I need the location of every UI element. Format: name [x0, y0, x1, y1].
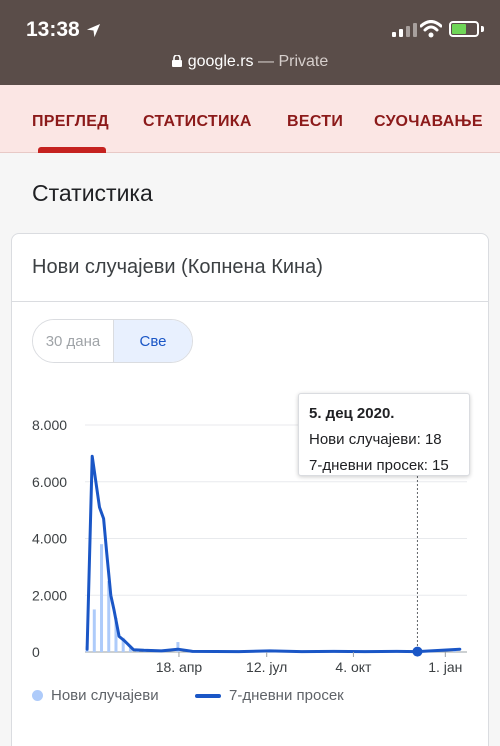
tooltip-average: 7-дневни просек: 15	[309, 457, 449, 474]
bar	[92, 609, 96, 652]
url-private-label: — Private	[253, 53, 329, 70]
clock-time: 13:38	[26, 18, 80, 41]
x-tick-label: 18. апр	[156, 659, 203, 675]
tab-bar: ПРЕГЛЕД СТАТИСТИКА ВЕСТИ СУОЧАВАЊЕ	[0, 85, 500, 153]
x-tick-label: 1. јан	[428, 659, 462, 675]
truncated-text-line	[32, 738, 452, 746]
x-tick-label: 4. окт	[335, 659, 372, 675]
bar	[100, 544, 104, 652]
card-title: Нови случајеви (Копнена Кина)	[32, 256, 323, 278]
y-tick-label: 4.000	[32, 531, 67, 547]
tab-statistics[interactable]: СТАТИСТИКА	[143, 113, 252, 131]
url-host: google.rs	[187, 53, 254, 70]
tooltip-date: 5. дец 2020.	[309, 405, 395, 422]
lock-icon	[171, 55, 182, 67]
wifi-icon	[420, 20, 442, 38]
range-all-button[interactable]: Све	[113, 320, 192, 362]
location-arrow-icon	[86, 23, 100, 37]
tab-coping[interactable]: СУОЧАВАЊЕ	[374, 113, 483, 131]
y-tick-label: 8.000	[32, 417, 67, 433]
tab-news[interactable]: ВЕСТИ	[287, 113, 343, 131]
legend-line-label: 7-дневни просек	[229, 687, 344, 704]
battery-tip	[481, 26, 484, 32]
legend-bar-swatch	[32, 690, 43, 701]
range-toggle: 30 дана Све	[32, 319, 193, 363]
range-30-days-button[interactable]: 30 дана	[33, 320, 113, 362]
legend-line: 7-дневни просек	[195, 687, 344, 704]
y-tick-label: 2.000	[32, 587, 67, 603]
page-title: Статистика	[32, 180, 153, 206]
battery-icon	[449, 21, 479, 37]
chart-tooltip: 5. дец 2020. Нови случајеви: 18 7-дневни…	[298, 393, 470, 476]
clock: 13:38	[26, 18, 101, 42]
cellular-signal-icon	[392, 23, 417, 37]
url-bar[interactable]: google.rs — Private	[0, 53, 500, 71]
card-divider	[12, 301, 488, 302]
tab-overview[interactable]: ПРЕГЛЕД	[32, 113, 109, 131]
legend-line-swatch	[195, 693, 221, 698]
active-tab-indicator	[38, 147, 106, 153]
avg-line-series	[85, 454, 462, 654]
legend-bars: Нови случајеви	[32, 687, 159, 704]
tooltip-new-cases: Нови случајеви: 18	[309, 431, 442, 448]
hover-point	[412, 646, 423, 657]
y-tick-label: 6.000	[32, 474, 67, 490]
y-tick-label: 0	[32, 644, 40, 660]
legend-bars-label: Нови случајеви	[51, 687, 159, 704]
x-tick-label: 12. јул	[246, 659, 287, 675]
status-bar: 13:38 google.rs — Private	[0, 0, 500, 85]
